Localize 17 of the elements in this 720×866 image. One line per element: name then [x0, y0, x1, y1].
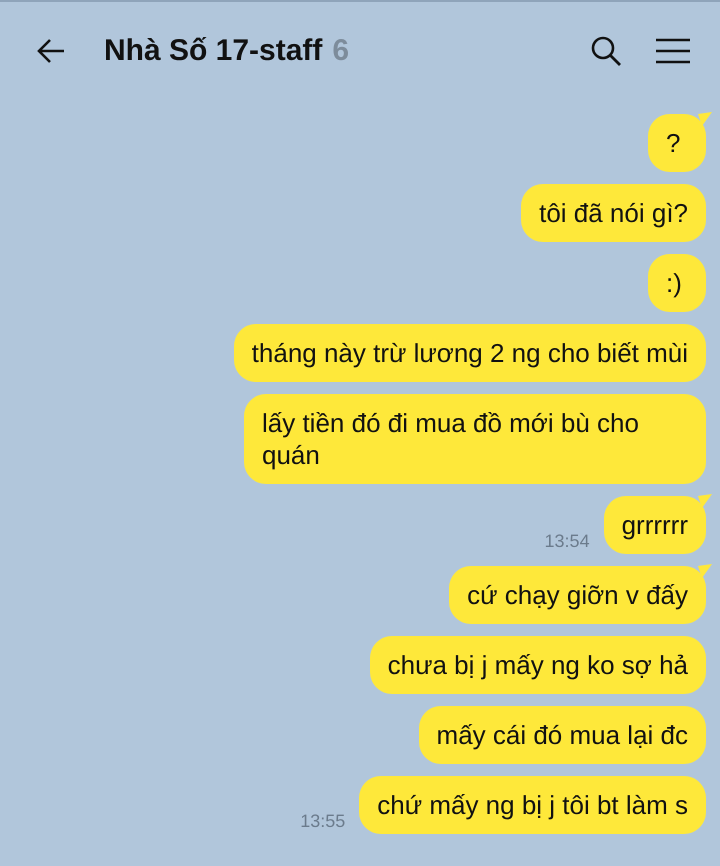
menu-icon[interactable] — [656, 38, 690, 64]
message-bubble: :) — [648, 254, 706, 312]
message-bubble: tôi đã nói gì? — [521, 184, 706, 242]
message-bubble: tháng này trừ lương 2 ng cho biết mùi — [234, 324, 706, 382]
message-bubble: chưa bị j mấy ng ko sợ hả — [370, 636, 706, 694]
message-bubble: mấy cái đó mua lại đc — [418, 706, 706, 764]
message-bubble: chứ mấy ng bị j tôi bt làm s — [359, 776, 706, 834]
message-bubble: lấy tiền đó đi mua đồ mới bù cho quán — [244, 394, 706, 484]
bubble-tail — [698, 494, 712, 508]
back-arrow-icon[interactable] — [36, 38, 66, 64]
message-time: 13:54 — [544, 531, 590, 552]
chat-title: Nhà Số 17-staff — [104, 34, 322, 68]
member-count: 6 — [332, 34, 350, 68]
bubble-tail — [698, 564, 712, 578]
message-time: 13:55 — [300, 811, 346, 832]
bubble-tail — [698, 112, 712, 126]
search-icon[interactable] — [590, 35, 622, 67]
